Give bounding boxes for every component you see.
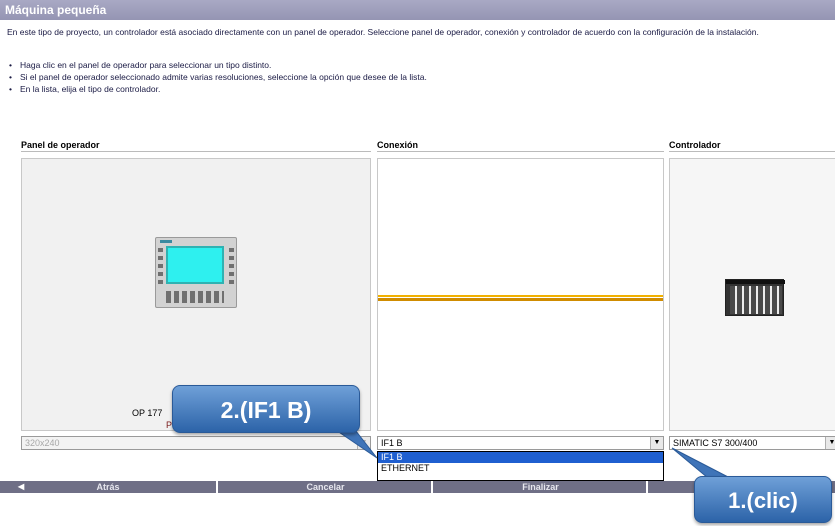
- callout-tail: [671, 447, 731, 479]
- callout-tails: [328, 425, 731, 479]
- callout-step-1: 1.(clic): [694, 476, 832, 523]
- callout-step-2: 2.(IF1 B): [172, 385, 360, 433]
